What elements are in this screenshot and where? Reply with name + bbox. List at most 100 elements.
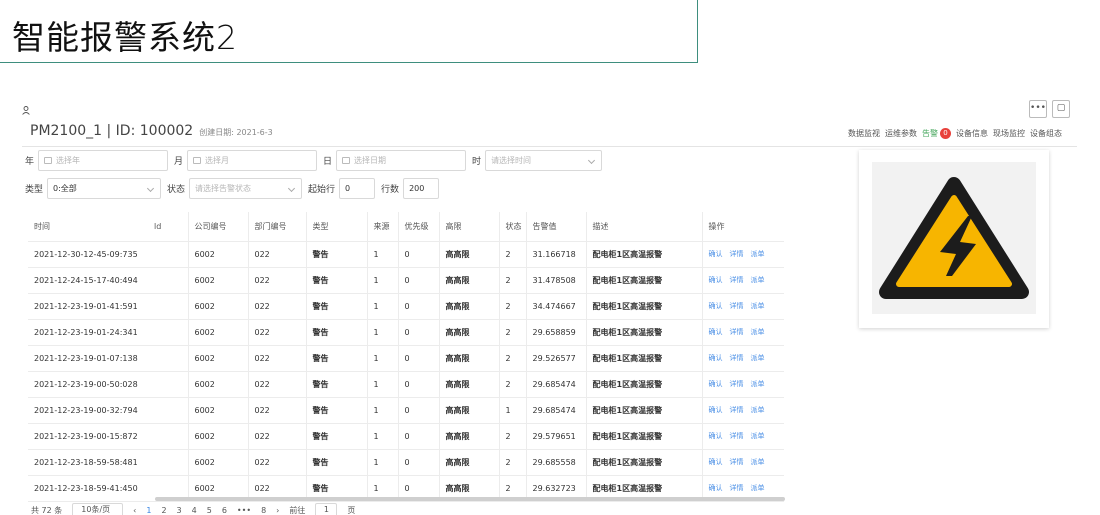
col-header-time[interactable]: 时间: [28, 212, 148, 242]
page-5-button[interactable]: 5: [207, 506, 212, 515]
page-6-button[interactable]: 6: [222, 506, 227, 515]
cell-ops: 确认 详情 派单: [701, 397, 784, 424]
horizontal-scrollbar[interactable]: [155, 497, 785, 501]
dispatch-button[interactable]: 派单: [751, 484, 765, 492]
col-header-value[interactable]: 告警值: [525, 212, 586, 242]
table-row[interactable]: 2021-12-23-19-01-41:591 6002 022 警告 1 0 高高限 2 34…: [28, 293, 784, 320]
col-header-id[interactable]: ld: [148, 212, 188, 242]
start-row-input[interactable]: 0: [339, 178, 376, 199]
col-header-desc[interactable]: 描述: [585, 212, 702, 242]
details-button[interactable]: 详情: [730, 406, 744, 414]
dispatch-button[interactable]: 派单: [751, 328, 765, 336]
nav-ops-params[interactable]: 运维参数: [885, 128, 917, 139]
confirm-button[interactable]: 确认: [709, 484, 723, 492]
dispatch-button[interactable]: 派单: [751, 406, 765, 414]
confirm-button[interactable]: 确认: [709, 276, 723, 284]
prev-page-button[interactable]: ‹: [133, 506, 136, 515]
dispatch-button[interactable]: 派单: [751, 354, 765, 362]
details-button[interactable]: 详情: [730, 250, 744, 258]
col-header-dept[interactable]: 部门编号: [247, 212, 306, 242]
confirm-button[interactable]: 确认: [709, 380, 723, 388]
details-button[interactable]: 详情: [730, 354, 744, 362]
dispatch-button[interactable]: 派单: [751, 432, 765, 440]
goto-page-input[interactable]: 1: [315, 503, 338, 515]
cell-time: 2021-12-23-19-00-32:794: [28, 397, 148, 424]
cell-type: 警告: [305, 345, 367, 372]
page-8-button[interactable]: 8: [261, 506, 266, 515]
nav-alarm[interactable]: 告警 0: [922, 128, 951, 139]
alarm-visual-panel: [859, 150, 1049, 328]
status-select[interactable]: 请选择告警状态: [189, 178, 303, 199]
confirm-button[interactable]: 确认: [709, 250, 723, 258]
cell-status: 1: [498, 397, 526, 424]
details-button[interactable]: 详情: [730, 328, 744, 336]
col-header-source[interactable]: 来源: [366, 212, 398, 242]
col-header-ops: 操作: [701, 212, 784, 242]
nav-data-monitor[interactable]: 数据监视: [848, 128, 880, 139]
confirm-button[interactable]: 确认: [709, 354, 723, 362]
table-row[interactable]: 2021-12-23-19-01-24:341 6002 022 警告 1 0 高高限 2 29…: [28, 319, 784, 346]
dispatch-button[interactable]: 派单: [751, 302, 765, 310]
cell-desc: 配电柜1区高温报警: [585, 241, 702, 268]
copy-button[interactable]: ▢: [1052, 100, 1070, 118]
details-button[interactable]: 详情: [730, 458, 744, 466]
page-ellipsis[interactable]: •••: [237, 506, 251, 515]
table-row[interactable]: 2021-12-23-19-01-07:138 6002 022 警告 1 0 高高限 2 29…: [28, 345, 784, 372]
cell-company: 6002: [187, 345, 248, 372]
details-button[interactable]: 详情: [730, 380, 744, 388]
filter-row-date: 年 选择年 月 选择月 日 选择日期 时 请选择时间: [25, 150, 603, 171]
nav-site-monitor[interactable]: 现场监控: [993, 128, 1025, 139]
page-size-select[interactable]: 10条/页: [72, 503, 124, 515]
cell-dept: 022: [247, 345, 306, 372]
calendar-icon: [193, 157, 202, 164]
month-picker[interactable]: 选择月: [187, 150, 318, 171]
year-picker[interactable]: 选择年: [38, 150, 169, 171]
table-row[interactable]: 2021-12-30-12-45-09:735 6002 022 警告 1 0 高高限 2 31…: [28, 241, 784, 268]
table-row[interactable]: 2021-12-23-18-59-58:481 6002 022 警告 1 0 高高限 2 29…: [28, 449, 784, 476]
details-button[interactable]: 详情: [730, 432, 744, 440]
cell-ops: 确认 详情 派单: [701, 449, 784, 476]
col-header-status[interactable]: 状态: [498, 212, 526, 242]
confirm-button[interactable]: 确认: [709, 406, 723, 414]
cell-status: 2: [498, 241, 526, 268]
page-4-button[interactable]: 4: [192, 506, 197, 515]
details-button[interactable]: 详情: [730, 276, 744, 284]
page-3-button[interactable]: 3: [177, 506, 182, 515]
cell-desc: 配电柜1区高温报警: [585, 319, 702, 346]
table-row[interactable]: 2021-12-23-19-00-32:794 6002 022 警告 1 0 高高限 1 29…: [28, 397, 784, 424]
created-date: 创建日期: 2021-6-3: [199, 128, 273, 137]
day-picker[interactable]: 选择日期: [336, 150, 467, 171]
row-count-input[interactable]: 200: [403, 178, 440, 199]
next-page-button[interactable]: ›: [276, 506, 279, 515]
cell-ops: 确认 详情 派单: [701, 423, 784, 450]
table-row[interactable]: 2021-12-23-19-00-15:872 6002 022 警告 1 0 高高限 2 29…: [28, 423, 784, 450]
col-header-limit[interactable]: 高限: [438, 212, 499, 242]
nav-device-info[interactable]: 设备信息: [956, 128, 988, 139]
page-2-button[interactable]: 2: [161, 506, 166, 515]
col-header-priority[interactable]: 优先级: [397, 212, 439, 242]
confirm-button[interactable]: 确认: [709, 328, 723, 336]
col-header-company[interactable]: 公司编号: [187, 212, 248, 242]
page-1-button[interactable]: 1: [146, 506, 151, 515]
confirm-button[interactable]: 确认: [709, 302, 723, 310]
more-button[interactable]: •••: [1029, 100, 1047, 118]
user-icon[interactable]: [22, 106, 30, 115]
goto-suffix: 页: [347, 505, 356, 515]
table-row[interactable]: 2021-12-23-19-00-50:028 6002 022 警告 1 0 高高限 2 29…: [28, 371, 784, 398]
dispatch-button[interactable]: 派单: [751, 380, 765, 388]
nav-device-config[interactable]: 设备组态: [1030, 128, 1062, 139]
time-select[interactable]: 请选择时间: [485, 150, 603, 171]
row-count-label: 行数: [381, 185, 400, 195]
details-button[interactable]: 详情: [730, 484, 744, 492]
table-row[interactable]: 2021-12-24-15-17-40:494 6002 022 警告 1 0 高高限 2 31…: [28, 267, 784, 294]
cell-type: 警告: [305, 449, 367, 476]
col-header-type[interactable]: 类型: [305, 212, 367, 242]
dispatch-button[interactable]: 派单: [751, 250, 765, 258]
cell-company: 6002: [187, 371, 248, 398]
dispatch-button[interactable]: 派单: [751, 276, 765, 284]
dispatch-button[interactable]: 派单: [751, 458, 765, 466]
confirm-button[interactable]: 确认: [709, 458, 723, 466]
type-select[interactable]: 0:全部: [47, 178, 162, 199]
confirm-button[interactable]: 确认: [709, 432, 723, 440]
details-button[interactable]: 详情: [730, 302, 744, 310]
